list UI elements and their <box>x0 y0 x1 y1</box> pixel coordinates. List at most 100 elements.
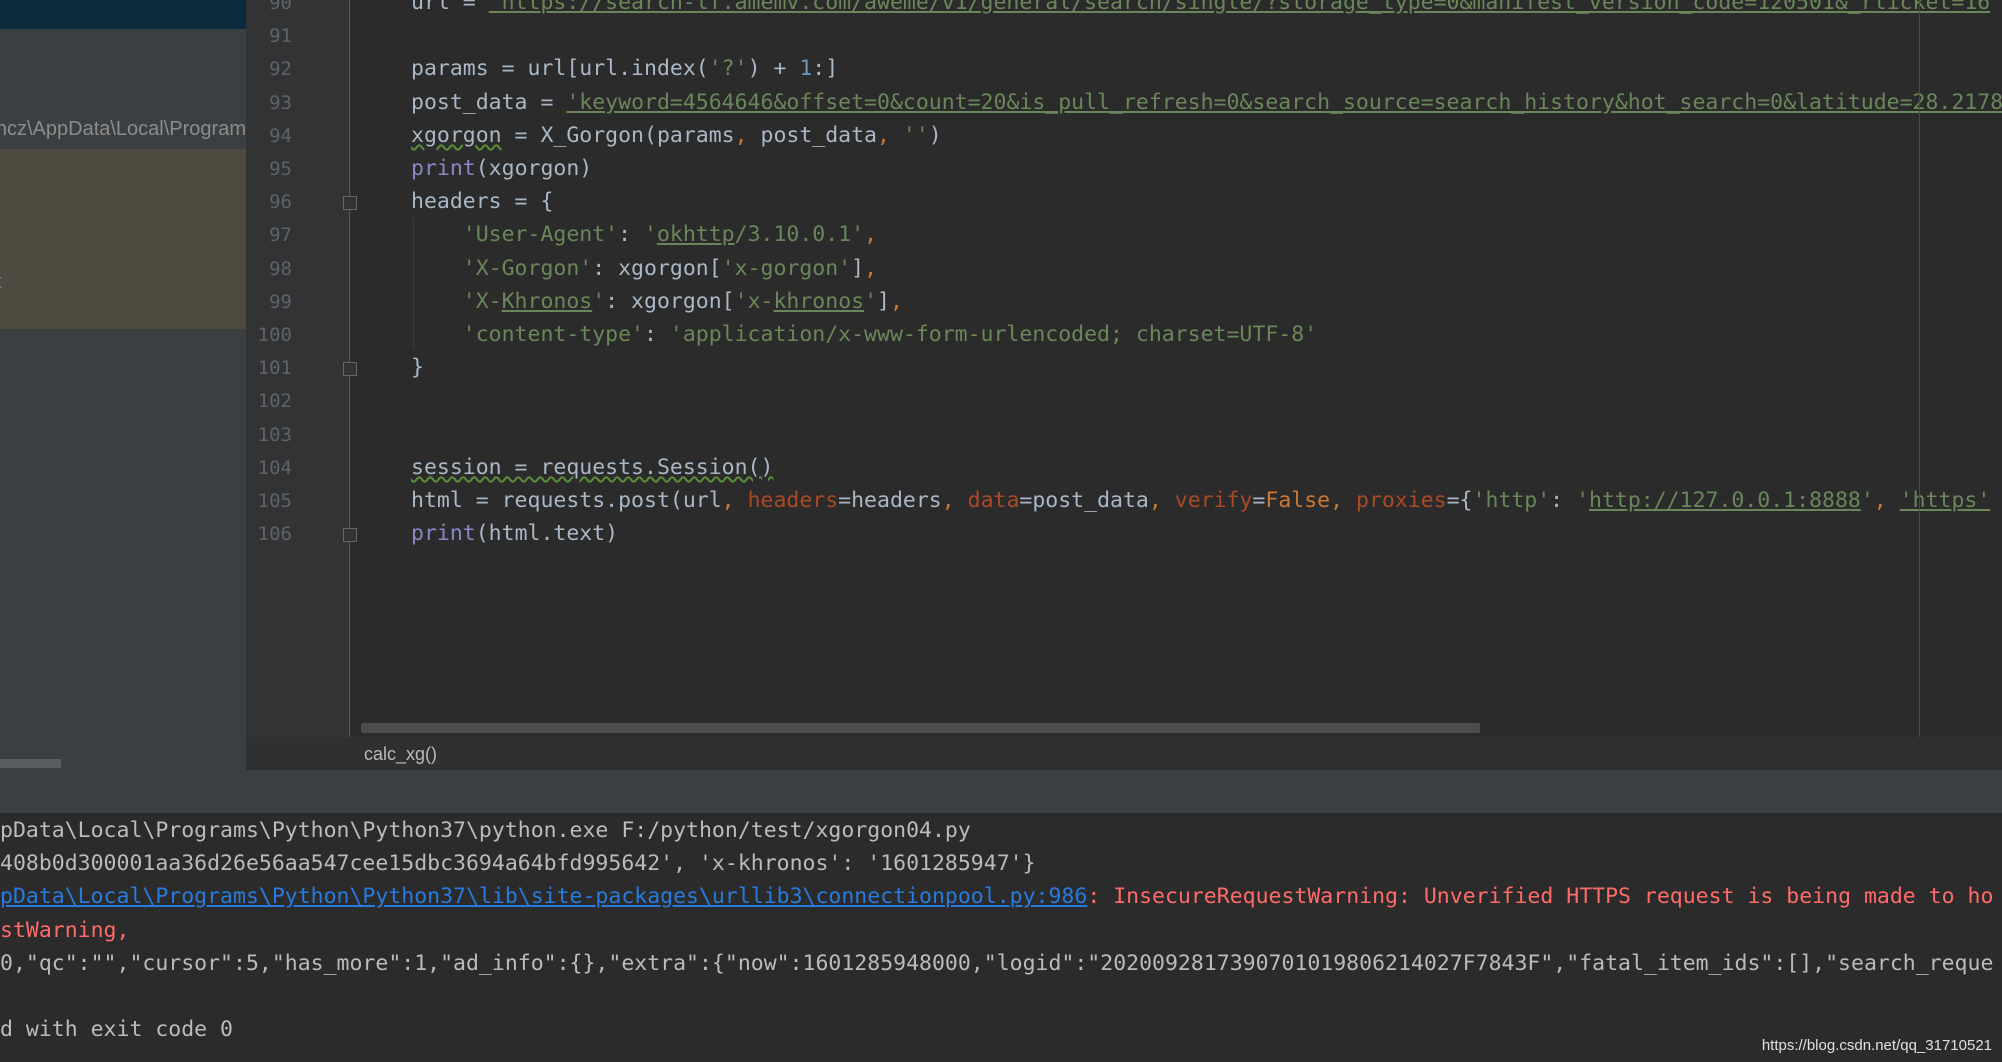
code-token: , <box>721 488 748 513</box>
code-token: 'https' <box>1899 488 1991 513</box>
code-line: post_data = 'keyword=4564646&offset=0&co… <box>411 90 2002 115</box>
sidebar-highlight-panel: t <box>0 149 246 329</box>
code-token: , <box>889 288 903 314</box>
console-file-link[interactable]: pData\Local\Programs\Python\Python37\lib… <box>0 884 1087 909</box>
code-token: 'content-type' <box>411 322 644 347</box>
code-token: ={ <box>1446 488 1473 513</box>
code-token: 'application/x-www-form-urlencoded; char… <box>669 322 1318 347</box>
code-token: /3.10.0.1' <box>734 222 865 248</box>
console-text: d with exit code 0 <box>0 1017 233 1043</box>
code-token: 'User-Agent' <box>411 222 619 248</box>
code-token: : <box>618 222 644 248</box>
code-token: , <box>864 255 878 281</box>
code-token: , <box>1873 488 1900 513</box>
code-token: ' <box>644 222 657 248</box>
console-text: 408b0d300001aa36d26e56aa547cee15dbc3694a… <box>0 851 1036 877</box>
code-token: , <box>877 122 903 148</box>
line-number: 104 <box>257 456 292 479</box>
code-line: 'content-type': 'application/x-www-form-… <box>411 322 1317 347</box>
code-line: headers = { <box>411 189 553 214</box>
code-token: params = url[url.index( <box>411 56 709 82</box>
code-token: http://127.0.0.1:8888 <box>1589 488 1861 513</box>
code-token: : xgorgon[ <box>605 288 735 314</box>
line-number: 105 <box>257 490 292 512</box>
console-line: pData\Local\Programs\Python\Python37\lib… <box>0 884 1993 909</box>
line-number: 93 <box>269 91 292 114</box>
code-line: } <box>411 355 424 380</box>
code-token: 'x-gorgon' <box>721 255 852 281</box>
editor-horizontal-scrollbar[interactable] <box>361 723 1480 733</box>
console-text: : InsecureRequestWarning: Unverified HTT… <box>1087 884 1994 910</box>
code-token: print <box>411 156 476 181</box>
code-token: 'https://search-lf.amemv.com/aweme/v1/ge… <box>488 0 1991 15</box>
sidebar-selected-row[interactable] <box>0 0 246 29</box>
console-line: 0,"qc":"","cursor":5,"has_more":1,"ad_in… <box>0 951 1993 976</box>
code-token: ' <box>592 288 606 314</box>
line-number: 101 <box>257 357 292 380</box>
code-token: (xgorgon) <box>475 156 593 181</box>
code-token: proxies <box>1356 488 1447 513</box>
line-number: 90 <box>269 0 292 14</box>
code-line: params = url[url.index('?') + 1:] <box>411 56 838 81</box>
code-token: okhttp <box>656 222 735 248</box>
code-token: '' <box>902 122 929 148</box>
code-token: 'keyword=4564646&offset=0&count=20&is_pu… <box>566 89 2002 115</box>
code-token: : xgorgon[ <box>592 255 722 281</box>
code-token: khronos <box>773 288 865 314</box>
code-token: , <box>734 122 761 148</box>
code-token: =post_data <box>1019 488 1149 513</box>
code-token: print <box>411 521 476 547</box>
code-line: session = requests.Session() <box>411 455 773 480</box>
code-token: xgorgon <box>411 122 502 148</box>
code-token: ] <box>877 288 890 314</box>
code-token: post_data = <box>411 89 567 115</box>
code-token: headers = { <box>411 189 554 215</box>
console-line: stWarning, <box>0 918 129 943</box>
code-token: :] <box>812 56 839 82</box>
code-token: session = requests.Session() <box>411 454 774 480</box>
code-token: } <box>411 355 424 381</box>
code-token: data <box>967 488 1020 513</box>
code-line: url = 'https://search-lf.amemv.com/aweme… <box>411 0 1990 15</box>
project-sidebar: hcz\AppData\Local\Program t <box>0 0 246 770</box>
line-number: 94 <box>269 124 292 147</box>
code-token: ) <box>928 122 942 148</box>
line-number: 97 <box>269 224 292 247</box>
code-token: , <box>941 488 968 513</box>
code-token: 'X- <box>411 288 502 314</box>
console-text: pData\Local\Programs\Python\Python37\pyt… <box>0 818 971 843</box>
code-token: html = requests.post(url <box>411 488 722 513</box>
code-token: 'http' <box>1472 488 1551 513</box>
code-line: 'X-Gorgon': xgorgon['x-gorgon'], <box>411 256 877 281</box>
run-console-output[interactable]: pData\Local\Programs\Python\Python37\pyt… <box>0 813 2002 1062</box>
sidebar-scrollbar[interactable] <box>0 759 61 768</box>
code-token: 'X-Gorgon' <box>411 255 593 281</box>
code-token: : <box>644 322 670 347</box>
code-token: (html.text) <box>475 521 619 547</box>
code-token: ' <box>1860 488 1874 513</box>
code-line: print(html.text) <box>411 521 618 546</box>
code-line: 'User-Agent': 'okhttp/3.10.0.1', <box>411 222 877 247</box>
line-number: 92 <box>269 58 292 81</box>
line-number: 95 <box>269 158 292 180</box>
sidebar-path-item[interactable]: hcz\AppData\Local\Program <box>0 118 246 141</box>
code-token: ) + <box>747 56 800 82</box>
code-token: ] <box>851 255 865 281</box>
line-number: 99 <box>269 290 292 313</box>
code-token: ' <box>864 288 878 314</box>
line-number: 106 <box>257 523 292 546</box>
console-text: stWarning, <box>0 917 130 943</box>
line-number: 102 <box>257 390 292 413</box>
code-line: html = requests.post(url, headers=header… <box>411 488 1990 513</box>
code-token: : <box>1550 488 1577 513</box>
code-editor[interactable]: url = 'https://search-lf.amemv.com/aweme… <box>351 0 2002 737</box>
line-number: 100 <box>257 324 292 346</box>
code-line: print(xgorgon) <box>411 156 592 181</box>
code-token: post_data <box>760 122 878 148</box>
code-token: 1 <box>799 56 813 82</box>
code-token: url = <box>411 0 489 15</box>
code-token: False <box>1265 488 1331 513</box>
code-token: verify <box>1174 488 1253 513</box>
code-token: 'x- <box>734 288 774 314</box>
breadcrumb-function[interactable]: calc_xg() <box>364 744 437 765</box>
